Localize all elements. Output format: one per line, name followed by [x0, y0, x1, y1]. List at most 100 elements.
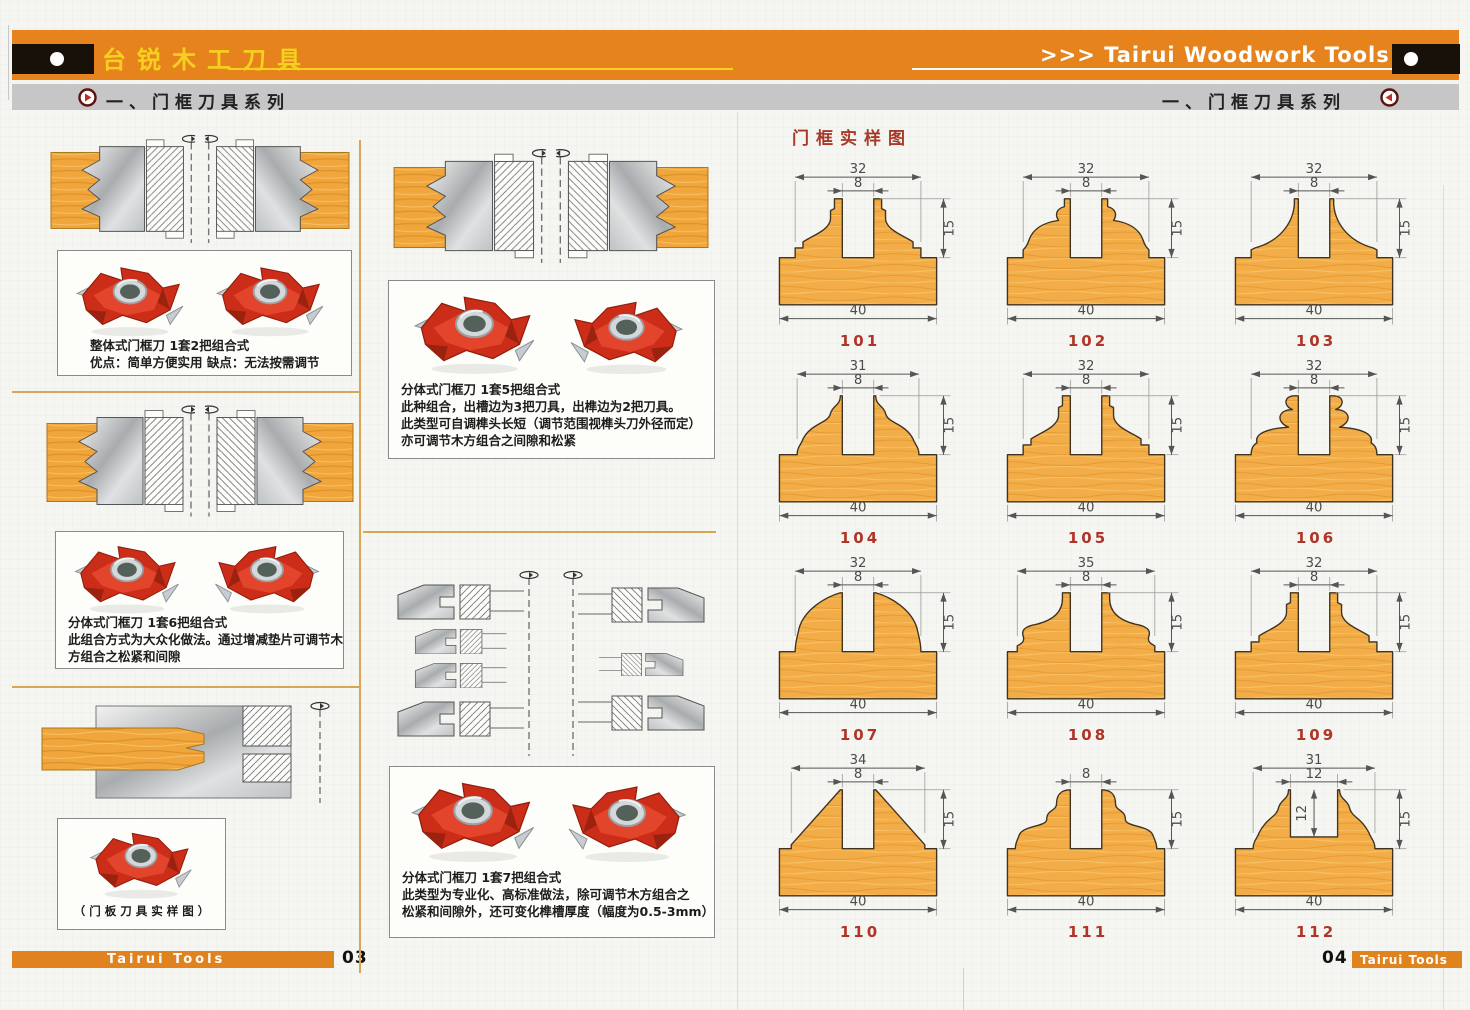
profile-drawing: 3281540 [1204, 546, 1428, 724]
photo-box-3: （ 门 板 刀 具 实 样 图 ） [57, 818, 226, 930]
crop-mark [1443, 185, 1444, 1010]
svg-text:15: 15 [1170, 811, 1185, 828]
cutter-photo [66, 536, 188, 616]
profile-cell: 328 15 40 107 [748, 546, 976, 743]
cutter-photo [210, 257, 330, 339]
profile-number: 110 [748, 923, 972, 941]
left-footer-bar: Tairui Tools [12, 951, 334, 968]
svg-text:40: 40 [1306, 304, 1323, 319]
svg-text:40: 40 [850, 698, 867, 713]
profile-cell: 3281540 105 [976, 349, 1204, 546]
profile-number: 101 [748, 332, 972, 350]
section-divider [12, 391, 359, 393]
footer-brand: Tairui Tools [1360, 953, 1448, 967]
crop-mark [963, 968, 964, 1010]
svg-text:8: 8 [854, 570, 862, 585]
profile-drawing: 3281540 [1204, 349, 1428, 527]
svg-text:32: 32 [1306, 162, 1323, 177]
svg-text:40: 40 [1078, 895, 1095, 910]
photo-box-1: 整体式门框刀 1套2把组合式 优点：简单方便实用 缺点：无法按需调节 [57, 250, 352, 376]
right-footer-bar: Tairui Tools [1352, 951, 1462, 968]
page-number-right: 04 [1322, 948, 1348, 968]
svg-text:8: 8 [1082, 373, 1090, 388]
profile-drawing: 3181540 [748, 349, 972, 527]
svg-text:15: 15 [942, 811, 957, 828]
svg-text:40: 40 [850, 304, 867, 319]
play-circle-icon [1380, 88, 1399, 107]
svg-text:8: 8 [1082, 767, 1090, 782]
panel-cutter-diagram [38, 700, 343, 805]
page-gutter-line [737, 112, 738, 1010]
profile-set-diagram [392, 568, 710, 760]
cutter-photo [404, 771, 542, 865]
caption-line: （ 门 板 刀 具 实 样 图 ） [58, 903, 225, 920]
right-page-title: 门框实样图 [792, 124, 912, 149]
caption-line: 整体式门框刀 1套2把组合式 [90, 337, 319, 354]
svg-text:40: 40 [1306, 698, 1323, 713]
profile-drawing: 3281540 [976, 349, 1200, 527]
svg-text:8: 8 [1310, 373, 1318, 388]
caption-line: 松紧和间隙外，还可变化榫槽厚度（幅度为0.5-3mm） [402, 903, 714, 920]
assembly-diagram [392, 140, 710, 272]
profile-drawing: 328 15 40 [748, 546, 972, 724]
profile-drawing: 3112154012 [1204, 743, 1428, 921]
play-circle-icon [78, 88, 97, 107]
svg-text:40: 40 [1078, 501, 1095, 516]
profile-number: 107 [748, 726, 972, 744]
svg-text:15: 15 [1398, 417, 1413, 434]
profile-number: 111 [976, 923, 1200, 941]
svg-text:40: 40 [1078, 304, 1095, 319]
assembly-diagram [45, 402, 355, 520]
caption-line: 分体式门框刀 1套7把组合式 [402, 869, 714, 886]
cutter-photo [558, 775, 696, 865]
caption-line: 亦可调节木方组合之间隙和松紧 [401, 432, 701, 449]
svg-text:15: 15 [1398, 811, 1413, 828]
bullet-dot-icon [50, 52, 64, 66]
profile-grid: 3281540101328154010232815401033181540104… [748, 152, 1432, 940]
svg-text:8: 8 [854, 176, 862, 191]
svg-text:40: 40 [850, 895, 867, 910]
header-right-blackbox [1392, 44, 1460, 74]
svg-text:34: 34 [850, 753, 867, 768]
bullet-dot-icon [1404, 52, 1418, 66]
svg-text:15: 15 [1170, 614, 1185, 631]
caption-line: 此类型为专业化、高标准做法，除可调节木方组合之 [402, 886, 714, 903]
svg-text:15: 15 [1398, 614, 1413, 631]
section-title-right: 一、门框刀具系列 [1162, 88, 1346, 113]
caption-line: 此组合方式为大众化做法。通过增减垫片可调节木 [68, 631, 343, 648]
brand-title-en: >>> Tairui Woodwork Tools [1040, 43, 1390, 67]
svg-text:8: 8 [1082, 176, 1090, 191]
catalog-spread: { "header": { "brand_cn": "台锐木工刀具", "bra… [0, 0, 1470, 1010]
svg-text:40: 40 [850, 501, 867, 516]
profile-number: 109 [1204, 726, 1428, 744]
profile-number: 104 [748, 529, 972, 547]
profile-cell: 3581540108 [976, 546, 1204, 743]
svg-text:32: 32 [1078, 359, 1095, 374]
profile-number: 103 [1204, 332, 1428, 350]
caption-line: 优点：简单方便实用 缺点：无法按需调节 [90, 354, 319, 371]
crop-mark [8, 25, 9, 100]
cutter-photo [70, 257, 190, 339]
profile-number: 105 [976, 529, 1200, 547]
page-number-left: 03 [342, 948, 368, 968]
svg-text:32: 32 [850, 556, 867, 571]
svg-text:15: 15 [942, 614, 957, 631]
svg-text:32: 32 [850, 162, 867, 177]
profile-cell: 3281540103 [1204, 152, 1432, 349]
profile-drawing: 3281540 [748, 152, 972, 330]
profile-cell: 8 15 40 111 [976, 743, 1204, 940]
svg-text:8: 8 [854, 767, 862, 782]
profile-number: 108 [976, 726, 1200, 744]
svg-text:40: 40 [1306, 501, 1323, 516]
photo-box-2: 分体式门框刀 1套6把组合式 此组合方式为大众化做法。通过增减垫片可调节木 方组… [55, 531, 344, 669]
section-title-left: 一、门框刀具系列 [106, 88, 290, 113]
svg-text:8: 8 [854, 373, 862, 388]
profile-drawing: 3281540 [976, 152, 1200, 330]
title-underline-left [228, 68, 733, 70]
cutter-photo [559, 291, 694, 377]
profile-number: 102 [976, 332, 1200, 350]
svg-text:31: 31 [850, 359, 867, 374]
profile-number: 106 [1204, 529, 1428, 547]
svg-text:12: 12 [1295, 805, 1310, 822]
column-divider [359, 140, 361, 973]
